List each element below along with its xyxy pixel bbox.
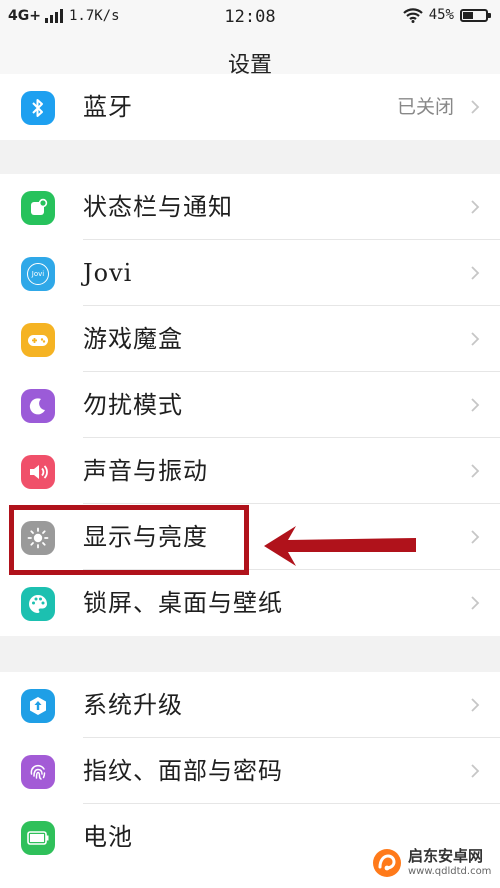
settings-item-label: 锁屏、桌面与壁纸: [83, 589, 283, 617]
settings-item-bluetooth[interactable]: 蓝牙 已关闭: [0, 74, 500, 140]
highlight-box: [9, 505, 249, 575]
settings-item-label: 电池: [83, 823, 133, 851]
settings-item-do-not-disturb[interactable]: 勿扰模式: [0, 372, 500, 438]
settings-item-label: 指纹、面部与密码: [83, 757, 283, 785]
battery-percent: 45%: [428, 7, 454, 23]
chevron-right-icon: [471, 530, 480, 544]
settings-item-label: Jovi: [83, 259, 133, 287]
settings-item-system-update[interactable]: 系统升级: [0, 672, 500, 738]
battery-status-icon: [460, 8, 491, 22]
notification-icon: [21, 191, 55, 225]
jovi-icon: Jovi: [21, 257, 55, 291]
settings-item-lockscreen-wallpaper[interactable]: 锁屏、桌面与壁纸: [0, 570, 500, 636]
speaker-icon: [21, 455, 55, 489]
settings-item-fingerprint-face-password[interactable]: 指纹、面部与密码: [0, 738, 500, 804]
chevron-right-icon: [471, 100, 480, 114]
palette-icon: [21, 587, 55, 621]
bluetooth-status: 已关闭: [396, 96, 454, 118]
settings-item-label: 蓝牙: [83, 93, 133, 121]
game-controller-icon: [21, 323, 55, 357]
watermark: 启东安卓网 www.qdldtd.com: [372, 848, 491, 878]
moon-icon: [21, 389, 55, 423]
watermark-url: www.qdldtd.com: [408, 866, 492, 877]
chevron-right-icon: [471, 596, 480, 610]
chevron-right-icon: [471, 764, 480, 778]
settings-item-label: 声音与振动: [83, 457, 208, 485]
settings-item-jovi[interactable]: Jovi Jovi: [0, 240, 500, 306]
settings-item-label: 状态栏与通知: [83, 193, 233, 221]
chevron-right-icon: [471, 698, 480, 712]
annotation-arrow-icon: [264, 526, 416, 566]
jovi-icon-text: Jovi: [27, 263, 49, 285]
system-update-icon: [21, 689, 55, 723]
settings-item-label: 勿扰模式: [83, 391, 183, 419]
chevron-right-icon: [471, 266, 480, 280]
chevron-right-icon: [471, 464, 480, 478]
settings-item-label: 系统升级: [83, 691, 183, 719]
settings-item-label: 游戏魔盒: [83, 325, 183, 353]
battery-fill: [463, 11, 473, 19]
battery-icon: [21, 821, 55, 855]
chevron-right-icon: [471, 200, 480, 214]
fingerprint-icon: [21, 755, 55, 789]
status-bar: 4G+ 1.7K/s 12:08 45%: [0, 0, 500, 34]
settings-item-game-box[interactable]: 游戏魔盒: [0, 306, 500, 372]
bluetooth-icon: [21, 91, 55, 125]
wifi-icon: [402, 7, 423, 23]
chevron-right-icon: [471, 398, 480, 412]
chevron-right-icon: [471, 332, 480, 346]
watermark-logo-icon: [373, 849, 401, 877]
watermark-title: 启东安卓网: [408, 847, 484, 865]
settings-item-status-bar[interactable]: 状态栏与通知: [0, 174, 500, 240]
settings-item-sound-vibration[interactable]: 声音与振动: [0, 438, 500, 504]
